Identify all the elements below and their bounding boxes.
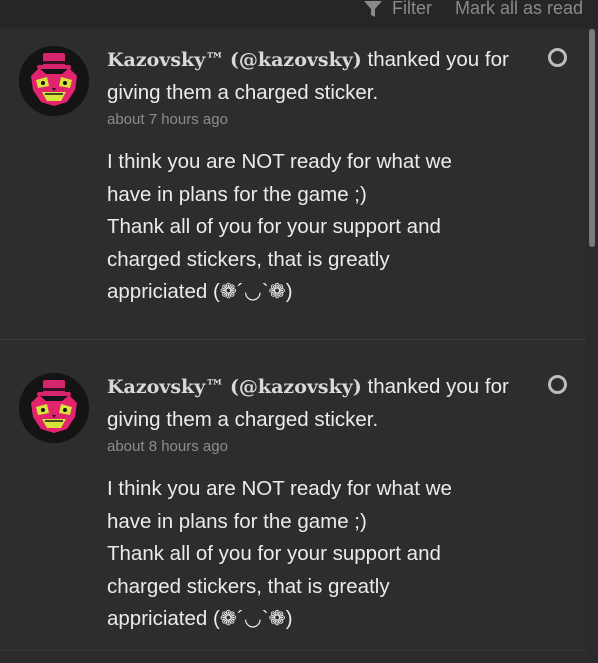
cat-mascot-avatar-icon xyxy=(19,46,89,116)
scrollbar-thumb[interactable] xyxy=(589,29,595,247)
message-line: appriciated (❁´◡`❁) xyxy=(107,280,293,303)
notification-list: Kazovsky™ (@kazovsky) thanked you for gi… xyxy=(0,29,586,663)
timestamp: about 7 hours ago xyxy=(107,111,228,128)
notifications-toolbar: Filter Mark all as read xyxy=(0,0,598,28)
notification-message: I think you are NOT ready for what we ha… xyxy=(107,146,527,309)
notification-item[interactable]: Kazovsky™ (@kazovsky) thanked you for gi… xyxy=(0,29,586,340)
mark-read-toggle[interactable] xyxy=(548,48,567,67)
scrollbar[interactable] xyxy=(586,29,598,663)
message-line: I think you are NOT ready for what we xyxy=(107,150,452,173)
notification-headline: Kazovsky™ (@kazovsky) thanked you for gi… xyxy=(107,44,527,109)
message-line: have in plans for the game ;) xyxy=(107,182,367,206)
user-name[interactable]: Kazovsky™ xyxy=(107,49,224,71)
user-handle[interactable]: (@kazovsky) xyxy=(230,376,362,398)
cat-mascot-avatar-icon xyxy=(19,373,89,443)
filter-label: Filter xyxy=(392,0,432,18)
notification-headline: Kazovsky™ (@kazovsky) thanked you for gi… xyxy=(107,371,527,436)
notification-message: I think you are NOT ready for what we ha… xyxy=(107,473,527,636)
mark-all-as-read-button[interactable]: Mark all as read xyxy=(455,0,583,19)
message-line: have in plans for the game ;) xyxy=(107,509,367,533)
funnel-icon xyxy=(364,0,382,17)
message-line: Thank all of you for your support and xyxy=(107,215,441,238)
message-line: charged stickers, that is greatly xyxy=(107,247,390,271)
notification-item[interactable]: Kazovsky™ (@kazovsky) thanked you for gi… xyxy=(0,340,586,651)
message-line: Thank all of you for your support and xyxy=(107,542,441,565)
message-line: I think you are NOT ready for what we xyxy=(107,477,452,500)
message-line: charged stickers, that is greatly xyxy=(107,574,390,598)
filter-button[interactable]: Filter xyxy=(363,0,432,19)
avatar[interactable] xyxy=(19,373,89,443)
mark-read-toggle[interactable] xyxy=(548,375,567,394)
user-handle[interactable]: (@kazovsky) xyxy=(230,49,362,71)
message-line: appriciated (❁´◡`❁) xyxy=(107,607,293,630)
timestamp: about 8 hours ago xyxy=(107,438,228,455)
avatar[interactable] xyxy=(19,46,89,116)
user-name[interactable]: Kazovsky™ xyxy=(107,376,224,398)
